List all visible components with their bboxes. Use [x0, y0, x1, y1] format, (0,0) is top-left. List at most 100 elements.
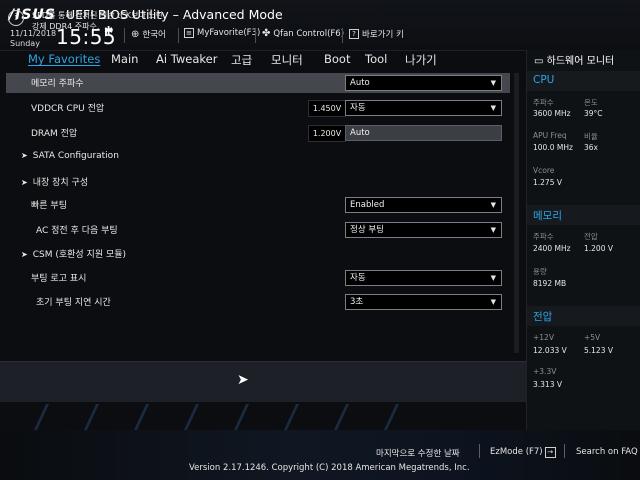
voltage-readout: 1.200V [308, 125, 346, 142]
setting-row-csm[interactable]: ➤ CSM (호환성 지원 모듈) [6, 244, 510, 264]
setting-label: 메모리 주파수 [31, 79, 84, 89]
setting-label: AC 정전 후 다음 부팅 [36, 226, 118, 236]
boot-logo-dropdown[interactable]: 자동 ▼ [345, 270, 502, 286]
memory-voltage-label: 전압 [584, 232, 598, 241]
apu-frequency-label: APU Freq [533, 131, 567, 140]
cpu-ratio-label: 비율 [584, 132, 598, 141]
header-divider [178, 28, 179, 43]
voltage-readout: 1.450V [308, 100, 346, 117]
memory-frequency-dropdown[interactable]: Auto ▼ [345, 75, 502, 91]
vddcr-cpu-voltage-dropdown[interactable]: 자동 ▼ [345, 100, 502, 116]
decorative-stripe [33, 404, 50, 430]
footer-divider [479, 444, 480, 458]
monitor-icon: ▭ [534, 56, 544, 67]
language-button[interactable]: ⊕ 한국어 [131, 28, 166, 41]
submenu-label: SATA Configuration [32, 151, 119, 161]
footer-divider [564, 444, 565, 458]
v12-value: 12.033 V [533, 346, 567, 355]
apu-frequency-value: 100.0 MHz [533, 143, 573, 152]
tab-monitor[interactable]: 모니터 [271, 52, 303, 68]
setting-label: 초기 부팅 지연 시간 [36, 298, 111, 308]
setting-row-dram-voltage[interactable]: DRAM 전압 1.200V Auto [6, 123, 510, 143]
exit-icon: → [544, 447, 556, 458]
qfan-control-button[interactable]: ✤ Qfan Control(F6) [262, 28, 344, 39]
tab-my-favorites[interactable]: My Favorites [28, 52, 100, 66]
cpu-ratio-value: 36x [584, 143, 598, 152]
memory-frequency-value: 2400 MHz [533, 244, 571, 253]
submenu-label: CSM (호환성 지원 모듈) [32, 250, 127, 260]
qfan-control-label: Qfan Control(F6) [273, 28, 345, 39]
help-text-line2: 강제 DDR4 주파수. [32, 22, 100, 31]
setting-row-vddcr-cpu-voltage[interactable]: VDDCR CPU 전압 1.450V 자동 ▼ [6, 98, 510, 118]
header-divider [342, 28, 343, 43]
decorative-stripe [183, 404, 200, 430]
favorite-icon: ≡ [184, 28, 194, 38]
tab-tool[interactable]: Tool [365, 52, 387, 66]
setting-row-sata-configuration[interactable]: ➤ SATA Configuration [6, 148, 510, 168]
chevron-down-icon: ▼ [490, 79, 496, 87]
setting-row-post-delay[interactable]: 초기 부팅 지연 시간 3초 ▼ [6, 292, 510, 312]
day-display: Sunday [10, 39, 40, 48]
decorative-stripe [83, 404, 100, 430]
memory-frequency-label: 주파수 [533, 232, 554, 241]
post-delay-dropdown[interactable]: 3초 ▼ [345, 294, 502, 310]
version-text: Version 2.17.1246. Copyright (C) 2018 Am… [189, 463, 470, 473]
memory-capacity-label: 용량 [533, 267, 547, 276]
v5-value: 5.123 V [584, 346, 613, 355]
last-modified-button[interactable]: 마지막으로 수정한 날짜 [376, 447, 460, 459]
voltage-heading: 전압 [533, 311, 553, 323]
language-label: 한국어 [142, 30, 166, 40]
tab-ai-tweaker[interactable]: Ai Tweaker [156, 52, 217, 66]
v33-label: +3.3V [533, 367, 557, 376]
submenu-link[interactable]: ➤ SATA Configuration [21, 151, 119, 161]
submenu-link[interactable]: ➤ CSM (호환성 지원 모듈) [21, 247, 126, 260]
tab-advanced[interactable]: 고급 [231, 52, 252, 68]
decorative-stripe [383, 404, 400, 430]
gear-icon[interactable]: ✱ [104, 24, 113, 37]
setting-row-memory-frequency[interactable]: 메모리 주파수 Auto ▼ [6, 73, 510, 93]
cpu-temperature-value: 39°C [584, 109, 603, 118]
chevron-down-icon: ▼ [490, 274, 496, 282]
chevron-right-icon: ➤ [21, 250, 28, 259]
decorative-stripe [333, 404, 350, 430]
setting-row-onboard-devices[interactable]: ➤ 내장 장치 구성 [6, 172, 510, 192]
ac-power-loss-dropdown[interactable]: 정상 부팅 ▼ [345, 222, 502, 238]
hardware-monitor-title: ▭ 하드웨어 모니터 [534, 52, 614, 67]
setting-row-fast-boot[interactable]: 빠른 부팅 Enabled ▼ [6, 195, 510, 215]
dropdown-value: Auto [350, 78, 370, 88]
hotkeys-button[interactable]: ? 바로가기 키 [349, 28, 404, 40]
chevron-right-icon: ➤ [21, 151, 28, 160]
cpu-heading: CPU [533, 74, 555, 86]
mouse-cursor-icon: ➤ [237, 372, 249, 388]
header-divider [255, 28, 256, 43]
v12-label: +12V [533, 333, 554, 342]
scrollbar[interactable] [514, 73, 519, 353]
tab-boot[interactable]: Boot [324, 52, 350, 66]
fast-boot-dropdown[interactable]: Enabled ▼ [345, 197, 502, 213]
chevron-down-icon: ▼ [490, 201, 496, 209]
info-icon: i [8, 10, 24, 26]
setting-label: VDDCR CPU 전압 [31, 104, 105, 114]
setting-row-ac-power-loss[interactable]: AC 정전 후 다음 부팅 정상 부팅 ▼ [6, 220, 510, 240]
help-bar [0, 361, 526, 402]
globe-icon: ⊕ [131, 28, 140, 40]
submenu-link[interactable]: ➤ 내장 장치 구성 [21, 175, 88, 188]
myfavorite-button[interactable]: ≡ MyFavorite(F3) [184, 28, 260, 38]
setting-label: DRAM 전압 [31, 129, 78, 139]
dropdown-value: 3초 [350, 297, 364, 307]
dropdown-value: 자동 [350, 273, 366, 283]
tab-main[interactable]: Main [111, 52, 138, 66]
ezmode-label: EzMode (F7) [490, 447, 543, 457]
input-value: Auto [350, 128, 370, 138]
vcore-value: 1.275 V [533, 178, 562, 187]
setting-row-boot-logo[interactable]: 부팅 로고 표시 자동 ▼ [6, 268, 510, 288]
search-faq-button[interactable]: Search on FAQ [576, 447, 638, 457]
tab-exit[interactable]: 나가기 [405, 52, 437, 68]
fan-icon: ✤ [262, 28, 271, 39]
hardware-monitor-label: 하드웨어 모니터 [546, 56, 615, 67]
ezmode-button[interactable]: EzMode (F7) → [490, 447, 556, 458]
decorative-stripe [233, 404, 250, 430]
dram-voltage-input[interactable]: Auto [345, 125, 502, 141]
myfavorite-label: MyFavorite(F3) [197, 28, 261, 38]
chevron-down-icon: ▼ [490, 226, 496, 234]
